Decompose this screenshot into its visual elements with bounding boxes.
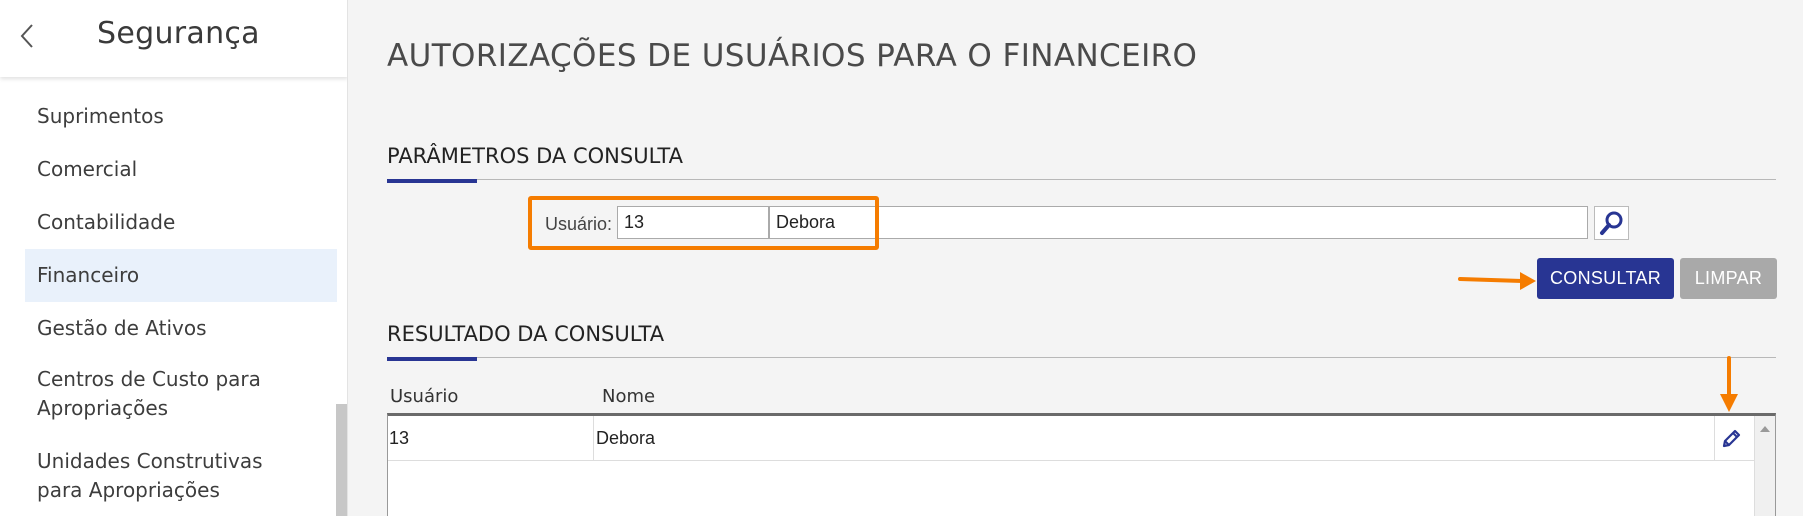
main-content: AUTORIZAÇÕES DE USUÁRIOS PARA O FINANCEI…: [348, 0, 1803, 516]
arrow-annotation-consultar: [1458, 272, 1536, 290]
sidebar-item-suprimentos[interactable]: Suprimentos: [25, 90, 337, 143]
scroll-up-icon[interactable]: [1760, 426, 1770, 432]
consultar-button[interactable]: CONSULTAR: [1537, 258, 1674, 299]
edit-button[interactable]: [1714, 416, 1746, 461]
sidebar-item-label: Contabilidade: [37, 210, 176, 234]
user-label: Usuário:: [545, 214, 613, 234]
table-scrollbar[interactable]: [1754, 416, 1775, 516]
page-title: AUTORIZAÇÕES DE USUÁRIOS PARA O FINANCEI…: [387, 38, 1198, 74]
sidebar-item-comercial[interactable]: Comercial: [25, 143, 337, 196]
pencil-icon: [1722, 429, 1740, 447]
sidebar-title: Segurança: [97, 16, 260, 51]
sidebar-item-label: Comercial: [37, 157, 138, 181]
params-divider: [387, 179, 1776, 180]
cell-usuario: 13: [388, 416, 594, 461]
sidebar: Segurança Suprimentos Comercial Contabil…: [0, 0, 348, 516]
column-header-nome[interactable]: Nome: [602, 386, 655, 407]
sidebar-item-unidades-construtivas[interactable]: Unidades Construtivas para Apropriações: [25, 437, 337, 516]
user-name-input[interactable]: Debora: [769, 206, 1588, 239]
sidebar-item-label-line2: para Apropriações: [37, 478, 220, 502]
params-section-title: PARÂMETROS DA CONSULTA: [387, 144, 683, 168]
sidebar-item-financeiro[interactable]: Financeiro: [25, 249, 337, 302]
magnifier-icon: [1599, 211, 1622, 235]
sidebar-item-label-line2: Apropriações: [37, 396, 169, 420]
sidebar-item-centros-de-custo[interactable]: Centros de Custo para Apropriações: [25, 355, 337, 437]
results-section-title: RESULTADO DA CONSULTA: [387, 322, 665, 346]
chevron-left-icon: [20, 24, 33, 48]
sidebar-scrollbar[interactable]: [336, 404, 347, 516]
user-search-button[interactable]: [1594, 206, 1629, 240]
sidebar-header: Segurança: [0, 0, 347, 77]
results-accent-bar: [387, 357, 477, 361]
sidebar-item-label: Suprimentos: [37, 104, 164, 128]
sidebar-item-gestao-de-ativos[interactable]: Gestão de Ativos: [25, 302, 337, 355]
table-row[interactable]: 13 Debora: [388, 416, 1754, 461]
results-table: 13 Debora: [387, 413, 1776, 516]
sidebar-item-label: Unidades Construtivas: [37, 449, 263, 473]
limpar-button[interactable]: LIMPAR: [1680, 258, 1777, 299]
cell-nome: Debora: [596, 428, 656, 448]
user-code-input[interactable]: 13: [617, 206, 769, 239]
results-divider: [387, 357, 1776, 358]
sidebar-item-label: Financeiro: [37, 263, 140, 287]
column-header-usuario[interactable]: Usuário: [390, 386, 458, 407]
arrow-annotation-edit: [1720, 356, 1738, 412]
sidebar-item-label: Gestão de Ativos: [37, 316, 207, 340]
params-accent-bar: [387, 179, 477, 183]
sidebar-menu: Suprimentos Comercial Contabilidade Fina…: [0, 90, 337, 516]
sidebar-item-label: Centros de Custo para: [37, 367, 261, 391]
back-button[interactable]: [12, 18, 42, 54]
sidebar-item-contabilidade[interactable]: Contabilidade: [25, 196, 337, 249]
